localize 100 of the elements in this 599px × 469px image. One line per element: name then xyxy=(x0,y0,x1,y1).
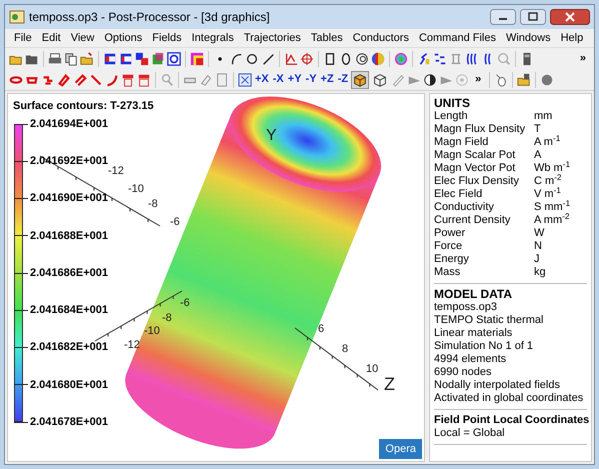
circle-dot-icon[interactable] xyxy=(455,72,470,86)
color-square-icon[interactable] xyxy=(190,52,204,66)
menu-item[interactable]: Edit xyxy=(36,30,66,46)
folder-arrow-icon[interactable] xyxy=(80,52,94,66)
axis-tick-label: -8 xyxy=(162,312,172,324)
unit-name: Current Density xyxy=(434,214,512,227)
overflow-button[interactable]: » xyxy=(471,71,486,88)
view-axis-button[interactable]: +Z xyxy=(320,71,335,88)
rings-icon[interactable] xyxy=(355,52,369,66)
model-data-line: Activated in global coordinates xyxy=(434,392,584,405)
folder-disk-icon[interactable] xyxy=(517,72,532,86)
view-axis-button[interactable]: -X xyxy=(272,71,285,88)
view-axis-button[interactable]: +Y xyxy=(286,71,303,88)
opera-button[interactable]: Opera xyxy=(379,438,422,459)
model-data-line: 6990 nodes xyxy=(434,366,492,379)
eraser-icon[interactable] xyxy=(199,72,213,86)
menu-item[interactable]: Options xyxy=(99,30,148,46)
model-data-line: temposs.op3 xyxy=(434,301,498,314)
axis-tick-label: -10 xyxy=(128,183,144,195)
axis-label: Z xyxy=(384,374,395,394)
legend-label: 2.041680E+001 xyxy=(30,378,108,392)
menu-item[interactable]: Conductors xyxy=(348,30,414,46)
arc-icon[interactable] xyxy=(229,52,243,66)
scatter-icon[interactable] xyxy=(433,52,447,66)
axis-tick-label: -10 xyxy=(144,325,160,337)
section-title: Field Point Local Coordinates xyxy=(434,414,587,427)
app-icon xyxy=(9,9,25,25)
printer-icon[interactable] xyxy=(48,52,62,66)
unit-value: W xyxy=(534,227,546,240)
axis-tick-label: 6 xyxy=(318,323,324,335)
menu-item[interactable]: Trajectories xyxy=(238,30,306,46)
model-data-line: 4994 elements xyxy=(434,353,508,366)
menu-item[interactable]: Help xyxy=(556,30,588,46)
menu-item[interactable]: Command Files xyxy=(414,30,501,46)
model-data-line: TEMPO Static thermal xyxy=(434,314,544,327)
legend-label: 2.041690E+001 xyxy=(30,191,108,206)
page-icon[interactable] xyxy=(215,72,229,86)
unit-value: N xyxy=(534,240,543,253)
axis-tick-label: 8 xyxy=(342,343,348,355)
unit-name: Mass xyxy=(434,266,462,279)
circle-icon[interactable] xyxy=(245,52,259,66)
unit-value: A xyxy=(534,149,542,162)
legend-label: 2.041688E+001 xyxy=(30,228,108,244)
unit-name: Power xyxy=(434,227,466,240)
window-title: temposs.op3 - Post-Processor - [3d graphics] xyxy=(29,9,270,26)
unit-name: Elec Field xyxy=(434,188,484,201)
menu-item[interactable]: View xyxy=(66,30,100,46)
unit-name: Magn Scalar Pot xyxy=(434,149,516,162)
legend-label: 2.041694E+001 xyxy=(30,116,108,132)
unit-value: mm xyxy=(534,110,554,123)
outline-shape-icon[interactable] xyxy=(105,72,119,86)
solid-cube-icon[interactable] xyxy=(351,70,370,88)
axis-tick-label: -6 xyxy=(180,297,190,309)
menu-item[interactable]: Windows xyxy=(500,30,556,46)
outline-shape-icon[interactable] xyxy=(73,72,87,86)
rectangle-icon[interactable] xyxy=(323,52,337,66)
axis-tick-label: 10 xyxy=(366,363,378,375)
maximize-icon[interactable] xyxy=(520,9,546,25)
axis-tick-label: -8 xyxy=(148,198,158,210)
section-title: MODEL DATA xyxy=(434,288,513,301)
view-grid-icon[interactable] xyxy=(238,72,252,86)
crosshair-icon[interactable] xyxy=(300,52,314,66)
unit-value: A m$^{-1}$ xyxy=(534,136,562,149)
squiggle-icon[interactable] xyxy=(417,52,431,66)
unit-name: Magn Flux Density xyxy=(434,123,526,136)
overflow-button[interactable]: » xyxy=(576,50,590,67)
view-axis-button[interactable]: -Y xyxy=(304,71,318,88)
menu-item[interactable]: Integrals xyxy=(186,30,239,46)
line-icon[interactable] xyxy=(261,52,275,66)
ellipse-icon[interactable] xyxy=(339,52,353,66)
outline-shape-icon[interactable] xyxy=(57,72,71,86)
triple-integral-icon[interactable] xyxy=(465,52,479,66)
close-icon[interactable] xyxy=(550,9,590,25)
legend-title: Surface contours: T-273.15 xyxy=(13,99,154,114)
stack-icon[interactable] xyxy=(137,72,151,86)
menu-item[interactable]: File xyxy=(9,30,37,46)
legend-label: 2.041682E+001 xyxy=(30,340,108,356)
menu-item[interactable]: Fields xyxy=(147,30,187,46)
view-axis-button[interactable]: -Z xyxy=(336,71,350,88)
axis-tick-label: -12 xyxy=(108,165,124,177)
target-icon[interactable] xyxy=(394,52,408,66)
unit-value: kg xyxy=(534,266,547,279)
outline-shape-icon[interactable] xyxy=(89,72,103,86)
copy-icon[interactable] xyxy=(64,52,78,66)
unit-name: Energy xyxy=(434,253,470,266)
mouse-icon[interactable] xyxy=(494,72,508,86)
unit-name: Magn Field xyxy=(434,136,490,149)
unit-name: Force xyxy=(434,240,464,253)
view-axis-button[interactable]: +X xyxy=(254,71,270,88)
unit-value: Wb m$^{-1}$ xyxy=(534,162,572,174)
stack-icon[interactable] xyxy=(121,72,135,86)
minimize-icon[interactable] xyxy=(490,9,516,25)
half-disc-icon[interactable] xyxy=(423,72,438,86)
menu-item[interactable]: Tables xyxy=(306,30,348,46)
unit-name: Length xyxy=(434,110,469,123)
graph-icon[interactable] xyxy=(284,52,298,66)
unit-value: J xyxy=(534,253,540,266)
model-data-line: Simulation No 1 of 1 xyxy=(434,340,534,353)
model-data-line: Nodally interpolated fields xyxy=(434,379,561,392)
color-disc-icon[interactable] xyxy=(371,52,385,66)
